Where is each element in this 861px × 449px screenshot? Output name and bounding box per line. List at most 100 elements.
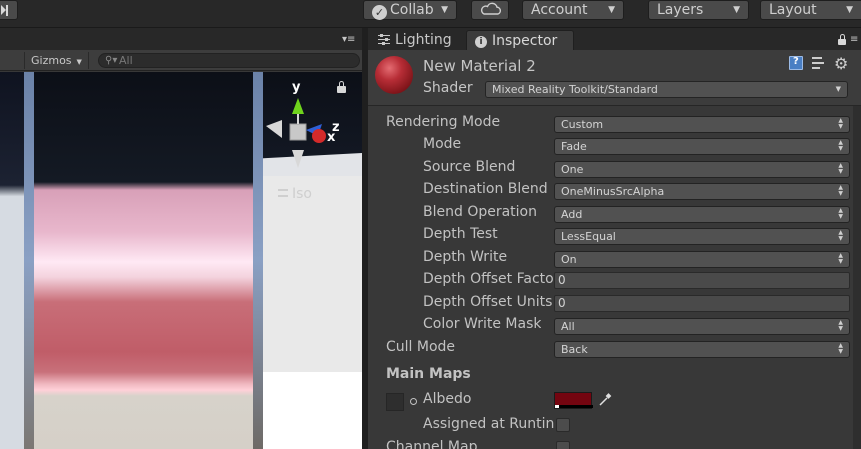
cull-mode-dropdown[interactable]: Back ▲ ▼	[554, 341, 850, 358]
inspector-body: Rendering Mode Custom ▲ ▼ Mode Fade ▲ ▼ So…	[368, 106, 861, 449]
material-header: New Material 2 Shader Mixed Reality Tool…	[368, 50, 861, 106]
mode-label: Mode	[423, 136, 462, 152]
main-toolbar: ✓ Collab ▼ Account ▼ Layers ▼ Layout ▼	[0, 0, 861, 28]
up-down-arrows-icon: ▲ ▼	[838, 184, 843, 197]
depth-offset-units-label: Depth Offset Units	[423, 294, 553, 310]
cull-mode-label: Cull Mode	[386, 339, 456, 355]
inspector-menu-icon[interactable]: ≡	[850, 34, 858, 45]
tab-inspector[interactable]: i Inspector	[466, 30, 574, 50]
assigned-at-runtime-label: Assigned at Runtin	[423, 416, 554, 432]
assigned-at-runtime-checkbox[interactable]	[556, 418, 570, 432]
blend-operation-value: Add	[561, 208, 583, 221]
projection-toggle[interactable]: Iso	[278, 186, 312, 202]
shader-value: Mixed Reality Toolkit/Standard	[492, 83, 658, 96]
gizmo-y-label: y	[292, 80, 301, 95]
inspector-tab-bar: Lighting i Inspector ≡	[368, 28, 861, 50]
chevron-down-icon: ▼	[733, 5, 740, 15]
account-dropdown[interactable]: Account ▼	[522, 0, 624, 20]
up-down-arrows-icon: ▲ ▼	[838, 342, 843, 355]
sliders-icon	[378, 34, 390, 45]
gizmo-x-label: x	[327, 130, 336, 145]
destination-blend-dropdown[interactable]: OneMinusSrcAlpha ▲ ▼	[554, 183, 850, 200]
depth-offset-units-field[interactable]: 0	[554, 295, 850, 312]
step-button[interactable]	[0, 0, 18, 20]
panel-menu-icon[interactable]: ▾≡	[342, 34, 355, 45]
material-quad	[34, 72, 253, 449]
gizmo-neg-y-cone	[292, 150, 304, 168]
depth-test-value: LessEqual	[561, 230, 616, 243]
up-down-arrows-icon: ▲ ▼	[838, 207, 843, 220]
blend-operation-dropdown[interactable]: Add ▲ ▼	[554, 206, 850, 223]
source-blend-label: Source Blend	[423, 159, 516, 175]
chevron-down-icon: ▼	[835, 85, 841, 93]
mode-dropdown[interactable]: Fade ▲ ▼	[554, 138, 850, 155]
eyedropper-icon[interactable]	[598, 393, 612, 407]
channel-map-checkbox[interactable]	[556, 441, 570, 449]
rendering-mode-label: Rendering Mode	[386, 114, 501, 130]
layers-label: Layers	[657, 2, 704, 18]
chevron-down-icon: ▼	[608, 5, 615, 15]
info-icon: i	[475, 36, 487, 48]
inspector-lock-icon[interactable]	[838, 34, 846, 45]
tab-lighting[interactable]: Lighting	[370, 30, 460, 50]
cloud-icon	[480, 2, 502, 15]
gear-icon[interactable]: ⚙	[834, 54, 848, 73]
depth-write-label: Depth Write	[423, 249, 508, 265]
search-icon: ⚲▾	[105, 55, 118, 66]
up-down-arrows-icon: ▲ ▼	[838, 319, 843, 332]
destination-blend-value: OneMinusSrcAlpha	[561, 185, 665, 198]
source-blend-value: One	[561, 163, 584, 176]
chevron-down-icon: ▼	[846, 5, 853, 15]
color-write-mask-dropdown[interactable]: All ▲ ▼	[554, 318, 850, 335]
layers-dropdown[interactable]: Layers ▼	[648, 0, 749, 20]
rendering-mode-dropdown[interactable]: Custom ▲ ▼	[554, 116, 850, 133]
albedo-label: Albedo	[423, 391, 472, 407]
gizmo-neg-x-cone	[266, 120, 282, 138]
layout-label: Layout	[769, 2, 817, 18]
depth-test-dropdown[interactable]: LessEqual ▲ ▼	[554, 228, 850, 245]
depth-write-value: On	[561, 253, 577, 266]
shader-dropdown[interactable]: Mixed Reality Toolkit/Standard ▼	[485, 81, 848, 98]
depth-offset-factor-value: 0	[558, 273, 566, 287]
albedo-color-swatch[interactable]	[554, 392, 593, 409]
destination-blend-label: Destination Blend	[423, 181, 548, 197]
gizmo-center-cube	[289, 123, 307, 141]
frame-left	[24, 72, 34, 449]
cloud-button[interactable]	[471, 0, 509, 20]
mode-value: Fade	[561, 140, 587, 153]
chevron-down-icon: ▼	[441, 5, 448, 15]
up-down-arrows-icon: ▲ ▼	[838, 139, 843, 152]
up-down-arrows-icon: ▲ ▼	[838, 229, 843, 242]
scene-search-input[interactable]: ⚲▾ All	[98, 53, 360, 68]
scene-viewport[interactable]: y z x Iso	[0, 72, 362, 449]
up-down-arrows-icon: ▲ ▼	[838, 252, 843, 265]
layout-dropdown[interactable]: Layout ▼	[760, 0, 861, 20]
color-write-mask-label: Color Write Mask	[423, 316, 542, 332]
object-picker-icon[interactable]	[410, 398, 417, 405]
help-book-icon[interactable]	[789, 56, 803, 70]
shader-label: Shader	[423, 80, 473, 96]
depth-write-dropdown[interactable]: On ▲ ▼	[554, 251, 850, 268]
gizmos-dropdown[interactable]: Gizmos ▼	[24, 52, 89, 69]
menu-lines-icon	[278, 189, 288, 197]
up-down-arrows-icon: ▲ ▼	[838, 117, 843, 130]
channel-map-label: Channel Map	[386, 439, 478, 449]
collab-button[interactable]: ✓ Collab ▼	[363, 0, 457, 20]
main-maps-heading: Main Maps	[386, 366, 471, 382]
lock-icon[interactable]	[337, 81, 346, 93]
presets-icon[interactable]	[811, 56, 825, 70]
up-down-arrows-icon: ▲ ▼	[838, 162, 843, 175]
scene-toolbar: Gizmos ▼ ⚲▾ All	[0, 50, 362, 71]
depth-test-label: Depth Test	[423, 226, 498, 242]
albedo-texture-slot[interactable]	[386, 393, 404, 411]
orientation-gizmo[interactable]	[262, 80, 342, 172]
gizmo-x-cone	[312, 129, 326, 143]
depth-offset-factor-label: Depth Offset Facto	[423, 271, 554, 287]
inspector-scrollbar[interactable]	[853, 106, 861, 449]
tab-lighting-label: Lighting	[395, 32, 452, 48]
depth-offset-factor-field[interactable]: 0	[554, 272, 850, 289]
check-icon: ✓	[372, 5, 387, 20]
source-blend-dropdown[interactable]: One ▲ ▼	[554, 161, 850, 178]
tab-inspector-label: Inspector	[492, 33, 558, 49]
depth-offset-units-value: 0	[558, 296, 566, 310]
